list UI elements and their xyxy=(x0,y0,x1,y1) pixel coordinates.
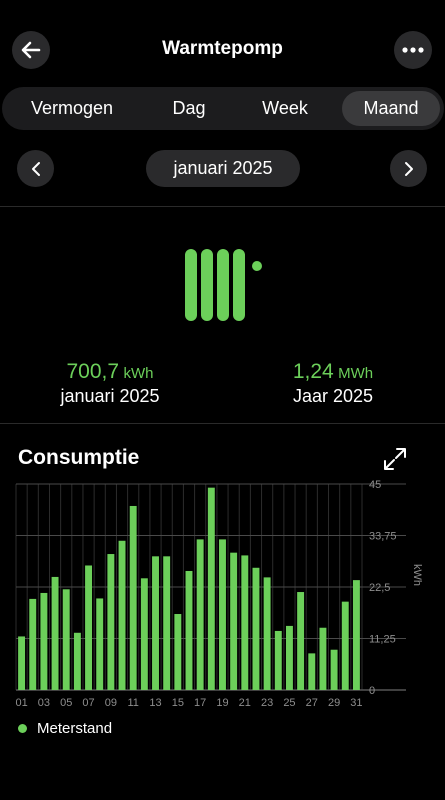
period-tabs: Vermogen Dag Week Maand xyxy=(2,87,444,130)
bar xyxy=(140,578,148,690)
x-tick-label: 27 xyxy=(306,697,318,709)
bar xyxy=(163,556,171,690)
bar xyxy=(341,601,349,690)
bar xyxy=(219,539,226,690)
bar xyxy=(29,598,37,690)
date-navigation: januari 2025 xyxy=(0,148,445,190)
page-title: Warmtepomp xyxy=(162,38,283,59)
bar xyxy=(252,567,260,690)
tab-dag[interactable]: Dag xyxy=(134,87,244,130)
tab-vermogen[interactable]: Vermogen xyxy=(10,87,134,130)
x-tick-label: 17 xyxy=(194,697,206,709)
x-tick-label: 21 xyxy=(239,697,251,709)
bar xyxy=(330,649,338,690)
bar xyxy=(40,592,48,690)
y-tick-label: 33,75 xyxy=(369,531,397,543)
bar xyxy=(73,632,81,690)
bar xyxy=(297,592,305,690)
legend-label: Meterstand xyxy=(37,720,113,737)
bar xyxy=(285,625,293,690)
consumption-chart: 0 11,25 22,5 33,75 45 kWh 01 03 05 07 09 11 13 15 17 19… xyxy=(15,479,423,709)
tab-week[interactable]: Week xyxy=(234,87,336,130)
x-tick-label: 15 xyxy=(172,697,184,709)
date-selector[interactable]: januari 2025 xyxy=(146,150,300,187)
y-axis-label: kWh xyxy=(411,564,423,586)
divider xyxy=(0,206,445,207)
month-unit: kWh xyxy=(123,365,154,382)
x-tick-label: 07 xyxy=(82,697,94,709)
x-tick-label: 19 xyxy=(216,697,228,709)
x-tick-label: 13 xyxy=(149,697,161,709)
bar xyxy=(18,636,26,690)
x-tick-label: 05 xyxy=(60,697,72,709)
x-tick-label: 09 xyxy=(105,697,117,709)
app-header: Warmtepomp xyxy=(0,0,445,100)
month-value: 700,7 xyxy=(66,360,120,383)
bar xyxy=(308,653,316,690)
bar xyxy=(51,576,59,690)
bar xyxy=(230,552,238,690)
year-label: Jaar 2025 xyxy=(292,386,374,406)
chevron-right-icon xyxy=(404,161,413,176)
bar xyxy=(207,487,215,690)
bar xyxy=(62,589,70,690)
bar xyxy=(185,570,193,690)
more-button[interactable] xyxy=(394,31,432,69)
bar xyxy=(241,555,249,690)
bar xyxy=(196,539,204,690)
next-month-button[interactable] xyxy=(390,150,427,187)
bar xyxy=(352,580,360,690)
previous-month-button[interactable] xyxy=(17,150,54,187)
y-tick-label: 0 xyxy=(369,685,375,697)
x-tick-label: 31 xyxy=(350,697,362,709)
bar xyxy=(174,614,182,690)
expand-icon[interactable] xyxy=(382,446,408,472)
more-horizontal-icon xyxy=(402,47,424,53)
bar xyxy=(129,505,137,690)
section-title: Consumptie xyxy=(18,446,140,469)
x-tick-label: 03 xyxy=(38,697,50,709)
bar xyxy=(85,565,93,690)
chevron-left-icon xyxy=(31,161,40,176)
year-unit: MWh xyxy=(338,365,374,382)
x-tick-label: 25 xyxy=(283,697,295,709)
bar xyxy=(319,627,327,690)
bar xyxy=(274,630,282,690)
x-tick-label: 01 xyxy=(15,697,27,709)
year-total: 1,24 MWh Jaar 2025 xyxy=(243,360,423,407)
y-tick-label: 11,25 xyxy=(369,634,396,646)
year-value: 1,24 xyxy=(292,360,334,383)
legend-dot xyxy=(18,724,27,733)
divider xyxy=(0,423,445,424)
month-label: januari 2025 xyxy=(60,386,160,406)
x-tick-label: 11 xyxy=(127,697,138,709)
month-total: 700,7 kWh januari 2025 xyxy=(20,360,200,407)
y-tick-label: 22,5 xyxy=(369,582,390,594)
y-tick-label: 45 xyxy=(369,479,381,491)
bar xyxy=(107,554,115,690)
x-tick-label: 23 xyxy=(261,697,273,709)
bar xyxy=(118,540,126,690)
bar xyxy=(263,577,271,690)
chart-legend: Meterstand xyxy=(18,720,112,737)
bar xyxy=(96,598,104,690)
x-tick-label: 29 xyxy=(328,697,340,709)
tab-maand[interactable]: Maand xyxy=(342,91,440,126)
radiator-icon xyxy=(185,249,262,321)
bar xyxy=(152,556,159,690)
